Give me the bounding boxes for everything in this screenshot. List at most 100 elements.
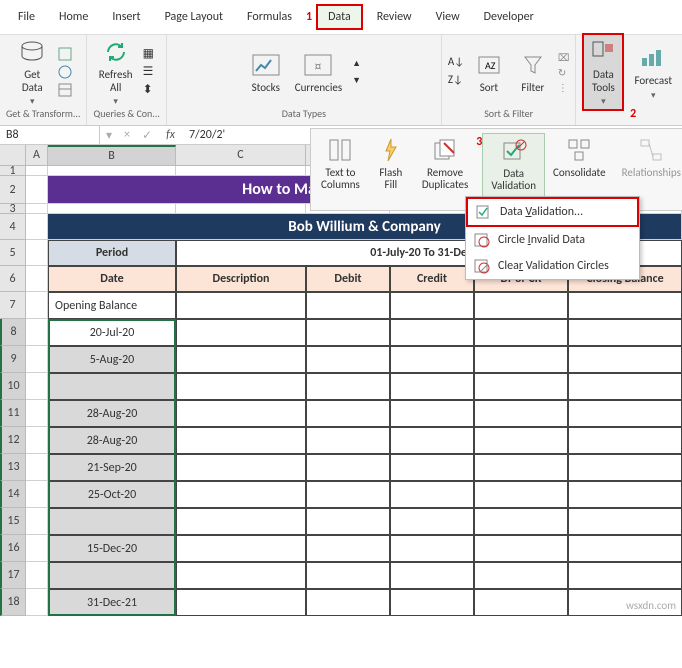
name-box[interactable]: B8 — [0, 126, 100, 144]
cell[interactable] — [568, 400, 682, 427]
date-cell[interactable] — [48, 508, 176, 535]
cell[interactable] — [306, 292, 390, 319]
cell[interactable] — [26, 166, 48, 176]
row-17[interactable]: 17 — [0, 562, 26, 589]
header-date[interactable]: Date — [48, 266, 176, 292]
text-to-columns-button[interactable]: Text to Columns — [313, 133, 368, 208]
cell[interactable] — [176, 166, 306, 176]
cell[interactable] — [390, 589, 474, 616]
from-text-icon[interactable] — [57, 46, 73, 62]
row-3[interactable]: 3 — [0, 204, 26, 214]
cell[interactable] — [474, 373, 568, 400]
sort-asc-icon[interactable]: A↓ — [448, 55, 464, 71]
cell[interactable] — [568, 562, 682, 589]
cell[interactable] — [26, 204, 48, 214]
cell[interactable] — [390, 481, 474, 508]
cell[interactable] — [176, 481, 306, 508]
tab-file[interactable]: File — [8, 6, 45, 28]
row-12[interactable]: 12 — [0, 427, 26, 454]
cell[interactable] — [176, 373, 306, 400]
cell[interactable] — [474, 535, 568, 562]
cell[interactable] — [390, 373, 474, 400]
opening-balance-cell[interactable]: Opening Balance — [48, 292, 176, 319]
header-description[interactable]: Description — [176, 266, 306, 292]
cell[interactable] — [568, 319, 682, 346]
cell[interactable] — [568, 481, 682, 508]
date-cell[interactable]: 20-Jul-20 — [48, 319, 176, 346]
cell[interactable] — [26, 240, 48, 266]
cell[interactable] — [306, 346, 390, 373]
col-B[interactable]: B — [48, 145, 176, 165]
tab-data[interactable]: Data — [316, 4, 363, 30]
flash-fill-button[interactable]: Flash Fill — [368, 133, 414, 208]
cell[interactable] — [306, 454, 390, 481]
col-C[interactable]: C — [176, 145, 306, 165]
row-9[interactable]: 9 — [0, 346, 26, 373]
cell[interactable] — [26, 292, 48, 319]
header-credit[interactable]: Credit — [390, 266, 474, 292]
cell[interactable] — [306, 535, 390, 562]
row-7[interactable]: 7 — [0, 292, 26, 319]
cell[interactable] — [26, 214, 48, 240]
menu-clear-circles[interactable]: Clear Validation Circles — [466, 253, 639, 279]
cell[interactable] — [26, 562, 48, 589]
cell[interactable] — [176, 427, 306, 454]
sort-desc-icon[interactable]: Z↓ — [448, 73, 464, 89]
cell[interactable] — [26, 319, 48, 346]
forecast-button[interactable]: Forecast ▾ — [630, 41, 676, 102]
cell[interactable] — [306, 427, 390, 454]
row-13[interactable]: 13 — [0, 454, 26, 481]
cell[interactable] — [26, 427, 48, 454]
cell[interactable] — [568, 292, 682, 319]
cell[interactable] — [306, 373, 390, 400]
tab-page-layout[interactable]: Page Layout — [155, 6, 233, 28]
cell[interactable] — [48, 204, 176, 214]
queries-icon[interactable]: ▦ — [143, 46, 159, 62]
sort-button[interactable]: AZ Sort — [470, 48, 508, 96]
tab-developer[interactable]: Developer — [474, 6, 544, 28]
cell[interactable] — [48, 166, 176, 176]
cell[interactable] — [474, 292, 568, 319]
row-16[interactable]: 16 — [0, 535, 26, 562]
date-cell[interactable]: 28-Aug-20 — [48, 427, 176, 454]
cell[interactable] — [568, 508, 682, 535]
cell[interactable] — [474, 427, 568, 454]
tab-insert[interactable]: Insert — [102, 6, 150, 28]
select-all-corner[interactable] — [0, 145, 26, 165]
cell[interactable] — [26, 176, 48, 204]
cell[interactable] — [176, 319, 306, 346]
cell[interactable] — [306, 589, 390, 616]
cell[interactable] — [176, 454, 306, 481]
cell[interactable] — [390, 400, 474, 427]
row-14[interactable]: 14 — [0, 481, 26, 508]
edit-links-icon[interactable]: ⬍ — [143, 82, 159, 98]
cell[interactable] — [26, 508, 48, 535]
row-10[interactable]: 10 — [0, 373, 26, 400]
row-2[interactable]: 2 — [0, 176, 26, 204]
row-1[interactable]: 1 — [0, 166, 26, 176]
cell[interactable] — [26, 481, 48, 508]
cell[interactable] — [306, 481, 390, 508]
cell[interactable] — [474, 508, 568, 535]
properties-icon[interactable]: ☰ — [143, 64, 159, 80]
date-cell[interactable]: 25-Oct-20 — [48, 481, 176, 508]
row-15[interactable]: 15 — [0, 508, 26, 535]
cell[interactable] — [390, 454, 474, 481]
get-data-button[interactable]: Get Data ▾ — [13, 35, 51, 108]
filter-button[interactable]: Filter — [514, 48, 552, 96]
from-web-icon[interactable] — [57, 64, 73, 80]
cell[interactable] — [176, 400, 306, 427]
row-11[interactable]: 11 — [0, 400, 26, 427]
cell[interactable] — [390, 319, 474, 346]
date-cell[interactable]: 15-Dec-20 — [48, 535, 176, 562]
data-tools-button[interactable]: Data Tools ▾ — [582, 33, 624, 110]
cell[interactable] — [568, 373, 682, 400]
cell[interactable] — [568, 535, 682, 562]
fx-icon[interactable]: fx — [158, 128, 183, 142]
cell[interactable] — [176, 204, 306, 214]
cell[interactable] — [176, 589, 306, 616]
tab-view[interactable]: View — [426, 6, 470, 28]
date-cell[interactable] — [48, 562, 176, 589]
cell[interactable] — [26, 454, 48, 481]
cell[interactable] — [390, 346, 474, 373]
